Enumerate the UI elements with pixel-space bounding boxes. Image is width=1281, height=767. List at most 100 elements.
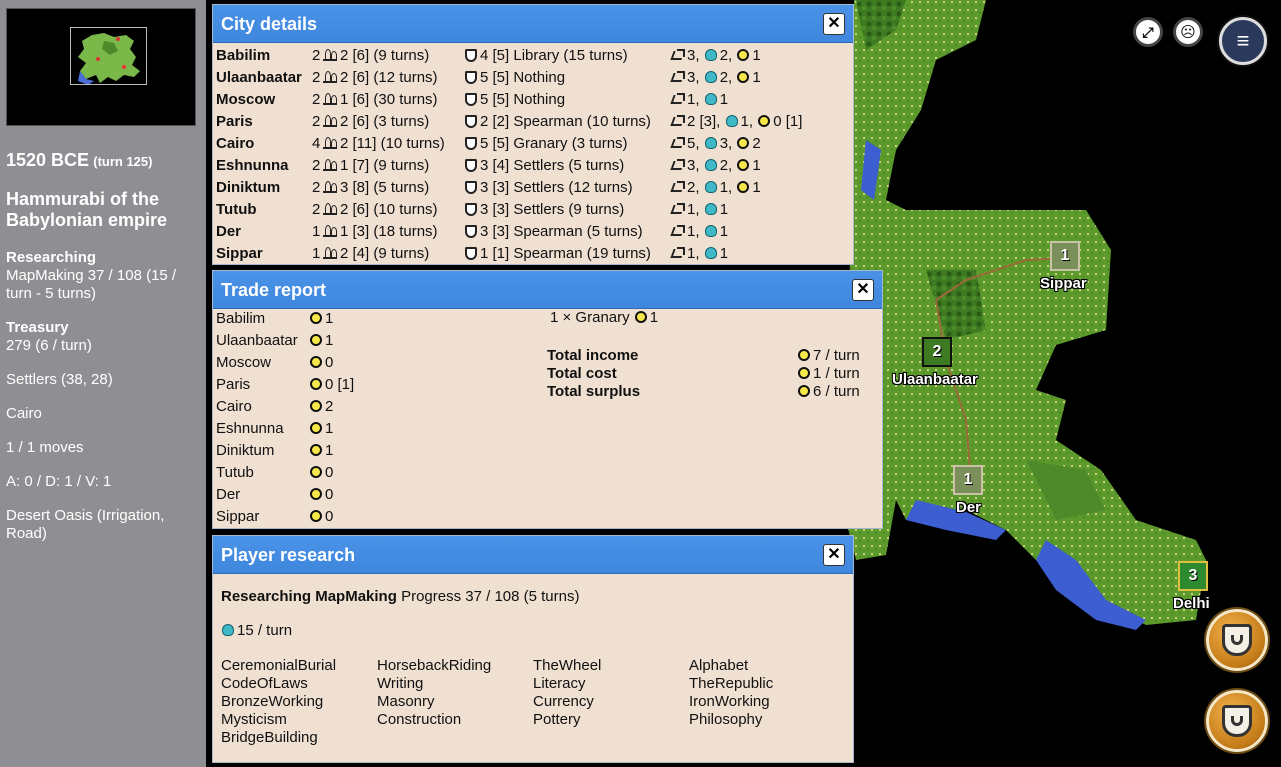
fullscreen-button[interactable]: ⤢ <box>1133 17 1163 47</box>
gold-icon <box>737 49 750 62</box>
city-name[interactable]: Tutub <box>216 199 312 221</box>
city-tile-delhi[interactable]: 3 <box>1178 561 1208 591</box>
city-label-sippar[interactable]: Sippar <box>1040 275 1087 292</box>
trade-report-titlebar[interactable]: Trade report ✕ <box>213 271 882 309</box>
city-size: 2 <box>312 113 321 130</box>
city-details-titlebar[interactable]: City details ✕ <box>213 5 853 43</box>
food-cell: 2 [4] (9 turns) <box>322 243 464 265</box>
city-name[interactable]: Paris <box>216 111 312 133</box>
food-cell: 1 [7] (9 turns) <box>322 155 464 177</box>
city-tile-ulaanbaatar[interactable]: 2 <box>922 337 952 367</box>
known-tech[interactable]: BridgeBuilding <box>221 729 318 747</box>
city-tile-der[interactable]: 1 <box>953 465 983 495</box>
city-row[interactable]: Ulaanbaatar 2 2 [6] (12 turns) 5 [5] Nothin… <box>216 67 850 89</box>
city-name[interactable]: Cairo <box>216 133 312 155</box>
city-name[interactable]: Moscow <box>216 89 312 111</box>
city-label-der[interactable]: Der <box>956 499 981 516</box>
known-tech[interactable]: IronWorking <box>689 693 770 711</box>
minimap-viewport[interactable] <box>70 27 147 85</box>
city-name[interactable]: Eshnunna <box>216 155 312 177</box>
production-cell: 5 [5] Granary (3 turns) <box>464 133 670 155</box>
known-tech[interactable]: CodeOfLaws <box>221 675 308 693</box>
known-tech[interactable]: Writing <box>377 675 423 693</box>
known-tech[interactable]: Masonry <box>377 693 435 711</box>
city-details-title: City details <box>221 14 318 34</box>
trade-icon <box>671 181 685 193</box>
known-tech[interactable]: BronzeWorking <box>221 693 323 711</box>
research-heading: Researching <box>6 249 97 266</box>
city-label-delhi[interactable]: Delhi <box>1173 595 1210 612</box>
date: 1520 BCE <box>6 150 90 170</box>
total-income-value: 7 / turn <box>813 347 860 364</box>
unit-action-button[interactable] <box>1206 690 1268 752</box>
unit-home-city: Cairo <box>6 405 42 422</box>
trade-row: Sippar 0 <box>216 506 333 528</box>
known-tech[interactable]: Pottery <box>533 711 581 729</box>
city-name[interactable]: Sippar <box>216 243 312 265</box>
city-size: 1 <box>312 223 321 240</box>
trade-icon <box>671 93 685 105</box>
trade-icon <box>671 159 685 171</box>
city-row[interactable]: Moscow 2 1 [6] (30 turns) 5 [5] Nothing 1, 1 <box>216 89 850 111</box>
gold-icon <box>310 356 322 369</box>
science-value: 1 <box>719 223 729 240</box>
city-row[interactable]: Eshnunna 2 1 [7] (9 turns) 3 [4] Settlers (… <box>216 155 850 177</box>
unit-moves: 1 / 1 moves <box>6 439 84 456</box>
city-row[interactable]: Sippar 1 2 [4] (9 turns) 1 [1] Spearman (19… <box>216 243 850 265</box>
treasury-status: 279 (6 / turn) <box>6 337 92 354</box>
trade-value: 1, <box>687 201 700 218</box>
city-row[interactable]: Der 1 1 [3] (18 turns) 3 [3] Spearman (5 tu… <box>216 221 850 243</box>
city-name[interactable]: Der <box>216 221 312 243</box>
known-tech[interactable]: TheRepublic <box>689 675 773 693</box>
city-name[interactable]: Babilim <box>216 45 312 67</box>
gold-value: 1 <box>752 47 761 64</box>
shield-icon <box>465 48 477 62</box>
city-row[interactable]: Diniktum 2 3 [8] (5 turns) 3 [3] Settlers (… <box>216 177 850 199</box>
shield-icon <box>1222 624 1252 656</box>
known-tech[interactable]: Mysticism <box>221 711 287 729</box>
food-value: 2 [11] (10 turns) <box>340 135 445 152</box>
city-row[interactable]: Cairo 4 2 [11] (10 turns) 5 [5] Granary (3 … <box>216 133 850 155</box>
known-tech[interactable]: Philosophy <box>689 711 762 729</box>
city-details-close-button[interactable]: ✕ <box>823 13 845 35</box>
sidebar: 1520 BCE (turn 125) Hammurabi of the Bab… <box>0 0 206 767</box>
city-row[interactable]: Babilim 2 2 [6] (9 turns) 4 [5] Library (15… <box>216 45 850 67</box>
trade-value: 1, <box>687 245 700 262</box>
known-tech[interactable]: TheWheel <box>533 657 601 675</box>
known-tech[interactable]: Construction <box>377 711 461 729</box>
research-status[interactable]: MapMaking 37 / 108 (15 / turn - 5 turns) <box>6 267 200 303</box>
player-research-close-button[interactable]: ✕ <box>823 544 845 566</box>
city-name[interactable]: Diniktum <box>216 177 312 199</box>
main-menu-button[interactable]: ≡ <box>1219 17 1267 65</box>
known-tech[interactable]: Currency <box>533 693 594 711</box>
shield-icon <box>465 180 477 194</box>
advisor-button[interactable]: ☹ <box>1173 17 1203 47</box>
minimap[interactable] <box>6 8 196 126</box>
bulb-icon <box>704 49 717 62</box>
food-cell: 1 [6] (30 turns) <box>322 89 464 111</box>
known-tech[interactable]: CeremonialBurial <box>221 657 336 675</box>
trade-cell: 2 [3], 1, 0 [1] <box>670 111 850 133</box>
city-row[interactable]: Paris 2 2 [6] (3 turns) 2 [2] Spearman (10 … <box>216 111 850 133</box>
production-cell: 3 [3] Spearman (5 turns) <box>464 221 670 243</box>
total-surplus-label: Total surplus <box>547 383 641 400</box>
trade-city-name: Der <box>216 486 241 503</box>
city-name[interactable]: Ulaanbaatar <box>216 67 312 89</box>
food-icon <box>323 115 337 128</box>
city-size-der: 1 <box>963 471 973 488</box>
hamburger-icon: ≡ <box>1236 28 1250 53</box>
trade-row: Babilim 1 <box>216 308 333 330</box>
player-research-titlebar[interactable]: Player research ✕ <box>213 536 853 574</box>
end-turn-button[interactable] <box>1206 609 1268 671</box>
trade-value: 2, <box>687 179 700 196</box>
known-tech[interactable]: Literacy <box>533 675 586 693</box>
city-tile-sippar[interactable]: 1 <box>1050 241 1080 271</box>
known-tech[interactable]: HorsebackRiding <box>377 657 491 675</box>
food-value: 2 [4] (9 turns) <box>340 245 430 262</box>
known-tech[interactable]: Alphabet <box>689 657 748 675</box>
gold-icon <box>310 312 322 325</box>
trade-report-close-button[interactable]: ✕ <box>852 279 874 301</box>
city-label-ulaanbaatar[interactable]: Ulaanbaatar <box>892 371 978 388</box>
city-row[interactable]: Tutub 2 2 [6] (10 turns) 3 [3] Settlers (9 … <box>216 199 850 221</box>
production-value: 4 [5] Library (15 turns) <box>480 47 628 64</box>
